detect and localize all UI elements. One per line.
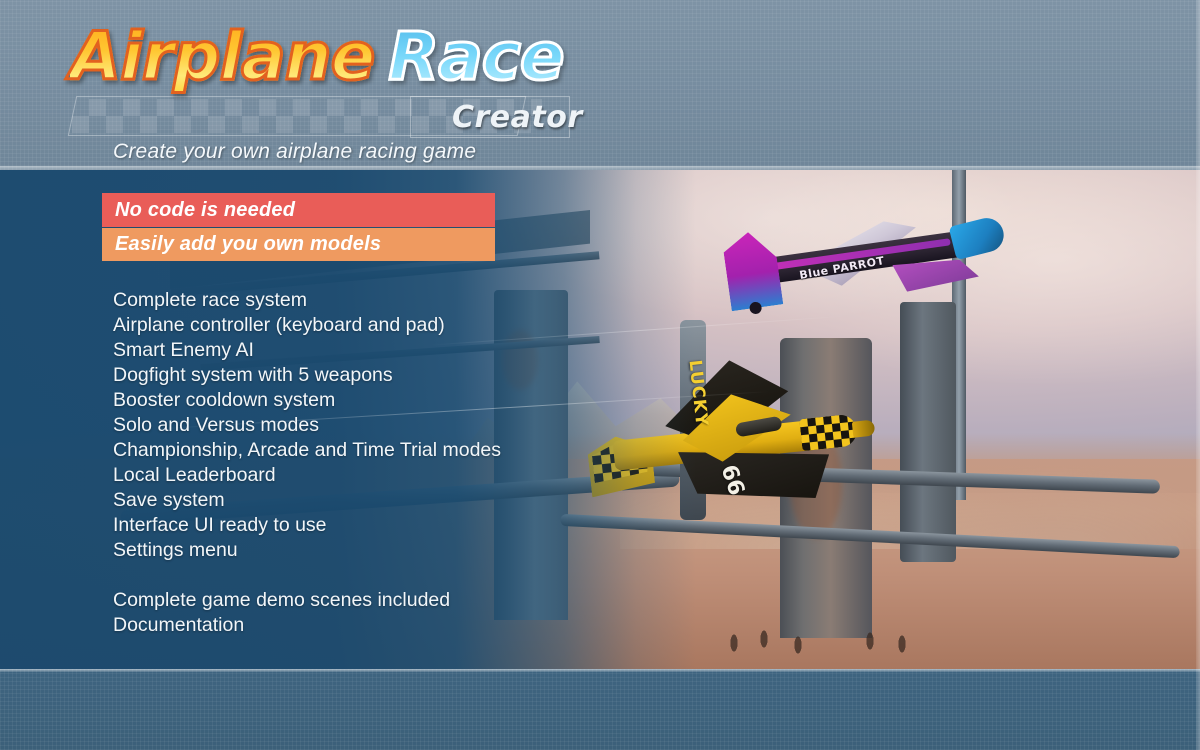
header: AirplaneAirplaneRace Creator Create your… bbox=[0, 0, 1200, 170]
highlight-banner-no-code: No code is needed bbox=[102, 193, 495, 227]
footer bbox=[0, 669, 1200, 750]
feature-item: Documentation bbox=[113, 614, 245, 636]
feature-item: Local Leaderboard bbox=[113, 464, 276, 486]
logo-word-airplane: Airplane bbox=[68, 17, 376, 97]
feature-list: Complete race system Airplane controller… bbox=[113, 288, 653, 638]
highlight-banner-add-models: Easily add you own models bbox=[102, 228, 495, 261]
feature-item: Dogfight system with 5 weapons bbox=[113, 364, 393, 386]
feature-item: Settings menu bbox=[113, 539, 238, 561]
feature-item: Complete game demo scenes included bbox=[113, 589, 451, 611]
feature-item: Booster cooldown system bbox=[113, 389, 336, 411]
right-edge-highlight bbox=[1196, 0, 1200, 750]
feature-item: Save system bbox=[113, 489, 225, 511]
feature-item: Championship, Arcade and Time Trial mode… bbox=[113, 439, 502, 461]
logo-word-race: Race bbox=[387, 17, 566, 97]
feature-list-spacer bbox=[113, 563, 653, 588]
promo-banner-page: AirplaneAirplaneRace Creator Create your… bbox=[0, 0, 1200, 750]
feature-item: Solo and Versus modes bbox=[113, 414, 319, 436]
feature-item: Smart Enemy AI bbox=[113, 339, 254, 361]
content-area: No code is needed Easily add you own mod… bbox=[0, 170, 1200, 669]
feature-item: Interface UI ready to use bbox=[113, 514, 327, 536]
tagline: Create your own airplane racing game bbox=[113, 140, 477, 163]
app-logo: AirplaneAirplaneRace bbox=[67, 15, 566, 98]
logo-word-creator: Creator bbox=[452, 100, 583, 135]
feature-item: Complete race system bbox=[113, 289, 307, 311]
feature-item: Airplane controller (keyboard and pad) bbox=[113, 314, 445, 336]
